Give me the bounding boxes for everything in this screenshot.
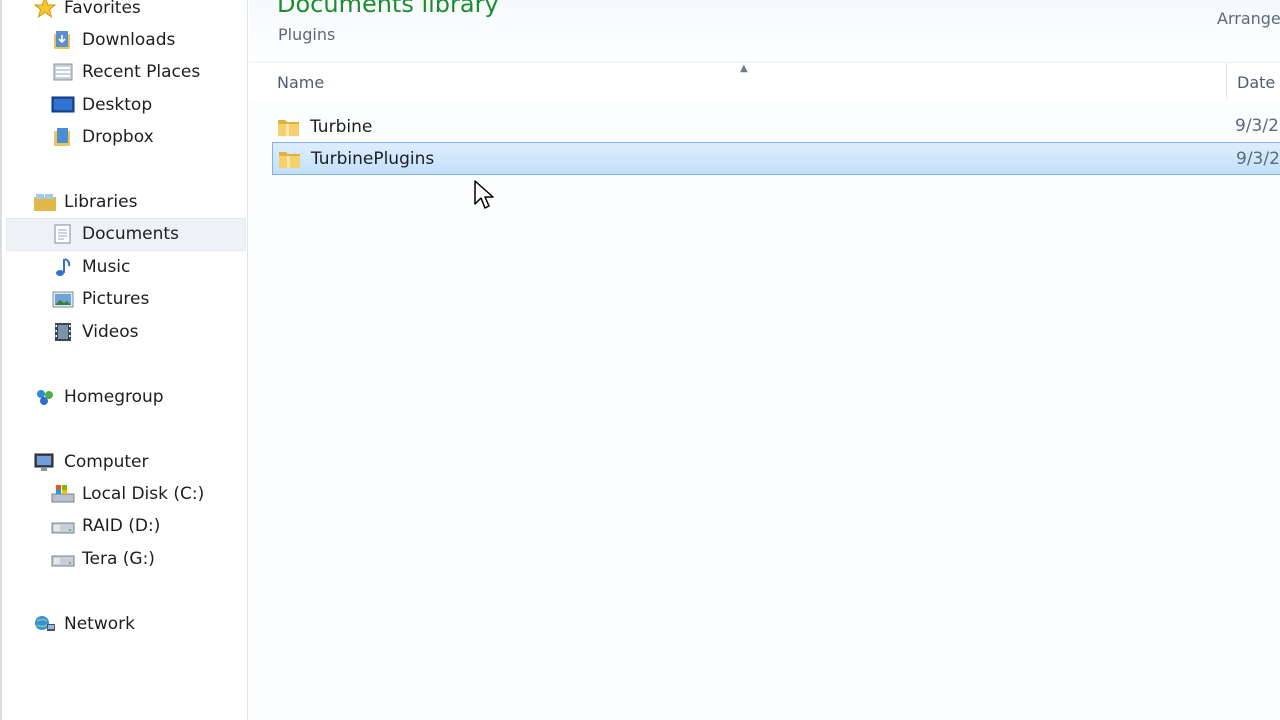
videos-icon bbox=[50, 320, 76, 344]
nav-documents[interactable]: Documents bbox=[50, 218, 179, 250]
libraries-icon bbox=[32, 190, 58, 214]
nav-raid-d[interactable]: RAID (D:) bbox=[50, 510, 160, 542]
folder-icon bbox=[277, 147, 303, 171]
column-header-name[interactable]: Name bbox=[277, 73, 324, 92]
mouse-cursor-icon bbox=[474, 180, 494, 209]
nav-libraries-label: Libraries bbox=[64, 192, 138, 212]
system-drive-icon bbox=[50, 482, 76, 506]
folder-icon bbox=[276, 115, 302, 139]
nav-computer-label: Computer bbox=[64, 452, 149, 472]
nav-dropbox-label: Dropbox bbox=[82, 127, 154, 147]
content-pane: Documents library Plugins Arrange ▲ Name… bbox=[249, 0, 1280, 720]
nav-computer[interactable]: Computer bbox=[32, 446, 149, 478]
nav-libraries[interactable]: Libraries bbox=[32, 186, 137, 218]
nav-favorites-label: Favorites bbox=[64, 0, 141, 18]
navigation-pane: Favorites Downloads Recent Places Deskto… bbox=[0, 0, 248, 720]
nav-recent-places-label: Recent Places bbox=[82, 62, 201, 82]
library-subtitle: Plugins bbox=[278, 25, 336, 44]
nav-homegroup[interactable]: Homegroup bbox=[32, 381, 164, 413]
computer-icon bbox=[32, 450, 58, 474]
nav-favorites[interactable]: Favorites bbox=[32, 0, 141, 24]
nav-videos[interactable]: Videos bbox=[50, 316, 139, 348]
recent-places-icon bbox=[50, 60, 76, 84]
file-row[interactable]: Turbine 9/3/2 bbox=[272, 110, 1280, 143]
column-header-bar: ▲ Name Date bbox=[249, 62, 1280, 100]
nav-network[interactable]: Network bbox=[32, 608, 135, 640]
homegroup-icon bbox=[32, 385, 58, 409]
arrange-by-button[interactable]: Arrange bbox=[1217, 9, 1280, 28]
nav-desktop[interactable]: Desktop bbox=[50, 89, 152, 121]
hard-drive-icon bbox=[50, 547, 76, 571]
downloads-folder-icon bbox=[50, 28, 76, 52]
star-icon bbox=[32, 0, 58, 20]
file-name: Turbine bbox=[310, 116, 373, 137]
nav-music[interactable]: Music bbox=[50, 251, 130, 283]
nav-dropbox[interactable]: Dropbox bbox=[50, 121, 154, 153]
file-row-selected[interactable]: TurbinePlugins 9/3/2 bbox=[272, 142, 1280, 175]
column-header-date[interactable]: Date bbox=[1237, 73, 1275, 92]
desktop-icon bbox=[50, 93, 76, 117]
column-divider[interactable] bbox=[1226, 63, 1227, 99]
music-icon bbox=[50, 255, 76, 279]
nav-local-disk-c[interactable]: Local Disk (C:) bbox=[50, 478, 204, 510]
nav-tera-g[interactable]: Tera (G:) bbox=[50, 543, 155, 575]
nav-documents-label: Documents bbox=[82, 224, 179, 244]
nav-tera-label: Tera (G:) bbox=[82, 549, 155, 569]
pictures-icon bbox=[50, 287, 76, 311]
nav-raid-label: RAID (D:) bbox=[82, 516, 161, 536]
nav-recent-places[interactable]: Recent Places bbox=[50, 56, 200, 88]
nav-downloads-label: Downloads bbox=[82, 30, 176, 50]
nav-homegroup-label: Homegroup bbox=[64, 387, 164, 407]
sort-ascending-icon: ▲ bbox=[740, 63, 748, 74]
nav-desktop-label: Desktop bbox=[82, 95, 153, 115]
library-header: Documents library Plugins Arrange bbox=[249, 0, 1280, 60]
documents-icon bbox=[50, 222, 76, 246]
file-name: TurbinePlugins bbox=[311, 148, 435, 169]
nav-network-label: Network bbox=[64, 614, 135, 634]
library-title: Documents library bbox=[277, 0, 499, 18]
network-icon bbox=[32, 612, 58, 636]
hard-drive-icon bbox=[50, 514, 76, 538]
nav-pictures-label: Pictures bbox=[82, 289, 150, 309]
nav-local-disk-label: Local Disk (C:) bbox=[82, 484, 205, 504]
nav-downloads[interactable]: Downloads bbox=[50, 24, 175, 56]
nav-videos-label: Videos bbox=[82, 322, 139, 342]
nav-music-label: Music bbox=[82, 257, 131, 277]
file-date: 9/3/2 bbox=[1236, 149, 1280, 169]
dropbox-folder-icon bbox=[50, 125, 76, 149]
nav-pictures[interactable]: Pictures bbox=[50, 283, 149, 315]
file-date: 9/3/2 bbox=[1235, 116, 1279, 136]
